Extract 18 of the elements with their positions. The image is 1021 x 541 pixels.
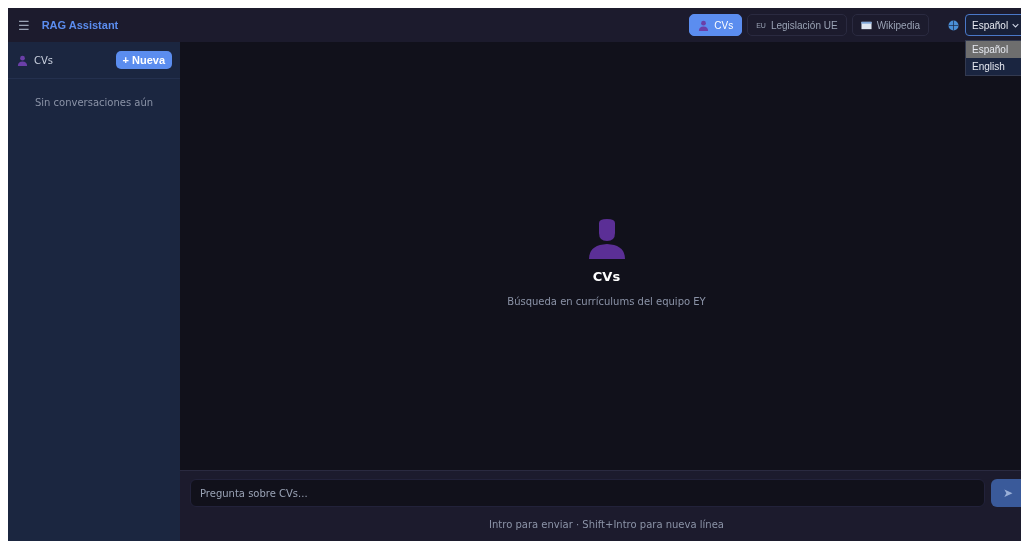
welcome-title: CVs [592,269,621,284]
person-icon [588,219,625,259]
language-option[interactable]: Español [966,41,1021,58]
person-icon [698,19,710,31]
welcome-subtitle: Búsqueda en currículums del equipo EY [507,296,706,307]
question-field[interactable]: Pregunta sobre CVs... [190,479,985,507]
empty-message: Sin conversaciones aún [33,97,155,108]
globe-icon [948,19,959,31]
person-icon [17,54,28,66]
language-select[interactable]: Español [965,14,1021,36]
book-icon [860,19,872,31]
collection-tab[interactable]: Wikipedia [851,14,929,36]
language-option[interactable]: English [966,58,1021,75]
chevron-icon [1012,22,1020,28]
menu-icon[interactable]: ☰ [18,17,30,33]
keyboard-hint: Intro para enviar · Shift+Intro para nueva línea [488,519,725,530]
app-title: RAG Assistant [41,19,119,31]
sidebar-title: CVs [34,54,55,66]
